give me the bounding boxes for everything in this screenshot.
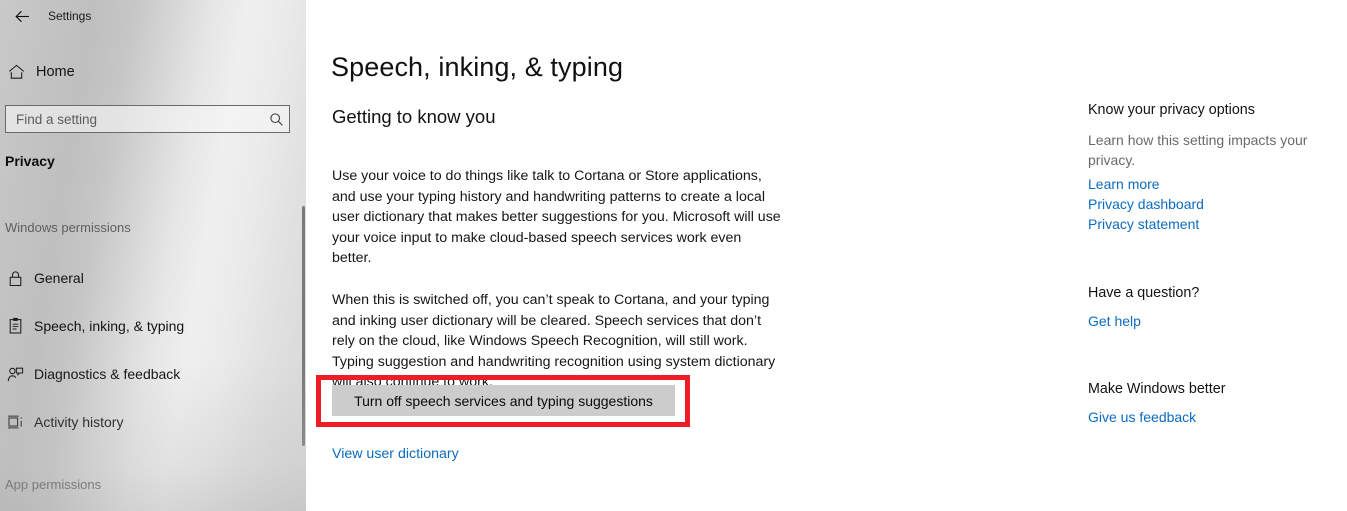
settings-window: Settings Home Privacy Windows permission… xyxy=(0,0,1347,511)
person-feedback-icon xyxy=(5,364,25,384)
description-paragraph-1: Use your voice to do things like talk to… xyxy=(332,168,781,267)
privacy-options-heading: Know your privacy options xyxy=(1088,102,1255,118)
give-us-feedback-link[interactable]: Give us feedback xyxy=(1088,409,1196,425)
view-user-dictionary-link[interactable]: View user dictionary xyxy=(332,446,459,462)
sidebar-home-label: Home xyxy=(36,64,75,80)
search-input[interactable] xyxy=(6,106,263,132)
search-icon xyxy=(263,106,289,132)
learn-more-link[interactable]: Learn more xyxy=(1088,176,1160,192)
sidebar-item-general[interactable]: General xyxy=(0,261,290,295)
right-rail: Know your privacy options Learn how this… xyxy=(1088,0,1347,511)
sidebar-item-general-label: General xyxy=(34,270,84,286)
main-content: Speech, inking, & typing Getting to know… xyxy=(306,0,1347,511)
have-a-question-heading: Have a question? xyxy=(1088,285,1200,301)
sidebar-item-activity-history[interactable]: Activity history xyxy=(0,405,290,439)
privacy-options-description: Learn how this setting impacts your priv… xyxy=(1088,132,1308,168)
back-button[interactable] xyxy=(6,2,38,30)
sidebar-category-title: Privacy xyxy=(5,153,55,169)
page-title: Speech, inking, & typing xyxy=(331,52,624,82)
sidebar: Settings Home Privacy Windows permission… xyxy=(0,0,306,511)
sidebar-group-app-permissions: App permissions xyxy=(5,477,102,492)
sidebar-item-speech-inking-typing[interactable]: Speech, inking, & typing xyxy=(0,309,290,343)
lock-icon xyxy=(5,268,25,288)
sidebar-item-diagnostics-feedback[interactable]: Diagnostics & feedback xyxy=(0,357,290,391)
sidebar-group-windows-permissions: Windows permissions xyxy=(5,220,131,235)
make-windows-better-heading: Make Windows better xyxy=(1088,381,1226,397)
home-icon xyxy=(5,61,27,83)
sidebar-item-home[interactable]: Home xyxy=(0,57,290,87)
clipboard-icon xyxy=(5,316,25,336)
sidebar-item-diagnostics-label: Diagnostics & feedback xyxy=(34,366,181,382)
search-box[interactable] xyxy=(5,105,290,133)
timeline-icon xyxy=(5,412,25,432)
get-help-link[interactable]: Get help xyxy=(1088,313,1141,329)
sidebar-item-speech-label: Speech, inking, & typing xyxy=(34,318,185,334)
titlebar: Settings xyxy=(0,0,306,32)
privacy-dashboard-link[interactable]: Privacy dashboard xyxy=(1088,196,1204,212)
sidebar-scrollbar[interactable] xyxy=(302,206,305,446)
sidebar-item-activity-label: Activity history xyxy=(34,414,124,430)
app-title: Settings xyxy=(48,9,92,23)
section-title: Getting to know you xyxy=(332,106,496,127)
privacy-statement-link[interactable]: Privacy statement xyxy=(1088,216,1199,232)
highlight-region: Turn off speech services and typing sugg… xyxy=(306,310,1006,440)
back-arrow-icon xyxy=(14,10,30,23)
turn-off-speech-services-button[interactable]: Turn off speech services and typing sugg… xyxy=(332,385,675,416)
